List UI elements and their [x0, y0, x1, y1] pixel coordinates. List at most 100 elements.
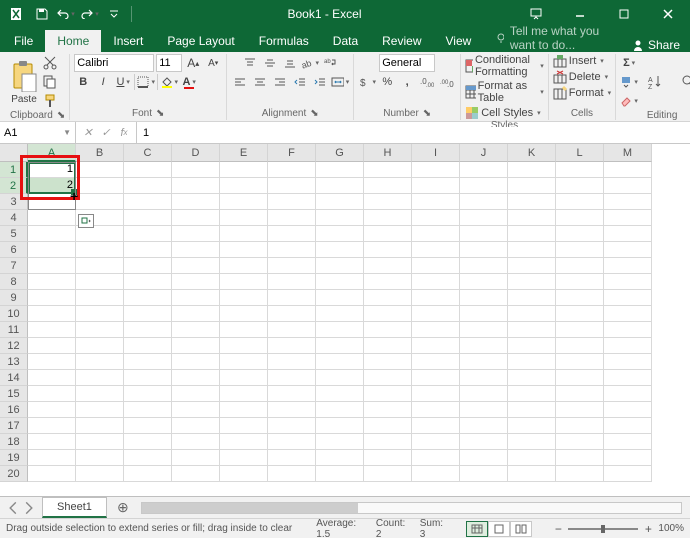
zoom-slider[interactable] — [568, 528, 638, 530]
clipboard-dialog-launcher[interactable]: ⬊ — [57, 110, 65, 121]
formula-input[interactable] — [137, 127, 690, 139]
cell-M13[interactable] — [604, 354, 652, 370]
row-header-3[interactable]: 3 — [0, 194, 28, 210]
cell-L20[interactable] — [556, 466, 604, 482]
cell-E12[interactable] — [220, 338, 268, 354]
cell-I5[interactable] — [412, 226, 460, 242]
cell-I2[interactable] — [412, 178, 460, 194]
cell-H13[interactable] — [364, 354, 412, 370]
cell-B13[interactable] — [76, 354, 124, 370]
clear-button[interactable] — [620, 92, 638, 110]
cell-K13[interactable] — [508, 354, 556, 370]
cell-G6[interactable] — [316, 242, 364, 258]
cell-K5[interactable] — [508, 226, 556, 242]
row-header-10[interactable]: 10 — [0, 306, 28, 322]
cell-K12[interactable] — [508, 338, 556, 354]
cell-I16[interactable] — [412, 402, 460, 418]
increase-decimal-button[interactable]: .0.00 — [418, 73, 436, 91]
cell-A9[interactable] — [28, 290, 76, 306]
cell-L5[interactable] — [556, 226, 604, 242]
cell-L16[interactable] — [556, 402, 604, 418]
cell-D8[interactable] — [172, 274, 220, 290]
cell-L7[interactable] — [556, 258, 604, 274]
tab-formulas[interactable]: Formulas — [247, 30, 321, 52]
cell-K4[interactable] — [508, 210, 556, 226]
zoom-value[interactable]: 100% — [658, 523, 684, 534]
status-aggregates[interactable]: Average: 1.5 Count: 2 Sum: 3 — [316, 518, 446, 540]
cell-D20[interactable] — [172, 466, 220, 482]
cell-M5[interactable] — [604, 226, 652, 242]
hscroll-thumb[interactable] — [142, 503, 358, 513]
tab-home[interactable]: Home — [45, 30, 101, 52]
tab-file[interactable]: File — [2, 30, 45, 52]
bold-button[interactable]: B — [74, 73, 92, 91]
copy-button[interactable] — [41, 73, 59, 91]
cell-A8[interactable] — [28, 274, 76, 290]
cell-D6[interactable] — [172, 242, 220, 258]
sheet-tab-sheet1[interactable]: Sheet1 — [42, 497, 107, 518]
cell-E2[interactable] — [220, 178, 268, 194]
cell-L9[interactable] — [556, 290, 604, 306]
cell-G3[interactable] — [316, 194, 364, 210]
zoom-thumb[interactable] — [601, 525, 605, 533]
cell-J6[interactable] — [460, 242, 508, 258]
cell-H3[interactable] — [364, 194, 412, 210]
cell-H8[interactable] — [364, 274, 412, 290]
name-box-input[interactable] — [4, 127, 63, 139]
cell-A16[interactable] — [28, 402, 76, 418]
cell-D14[interactable] — [172, 370, 220, 386]
cell-I8[interactable] — [412, 274, 460, 290]
cell-F12[interactable] — [268, 338, 316, 354]
cell-G12[interactable] — [316, 338, 364, 354]
cell-H18[interactable] — [364, 434, 412, 450]
cell-B19[interactable] — [76, 450, 124, 466]
cell-C12[interactable] — [124, 338, 172, 354]
row-header-19[interactable]: 19 — [0, 450, 28, 466]
save-button[interactable] — [32, 4, 52, 24]
cell-B6[interactable] — [76, 242, 124, 258]
orientation-button[interactable]: ab — [301, 54, 319, 72]
cell-F4[interactable] — [268, 210, 316, 226]
cell-G7[interactable] — [316, 258, 364, 274]
cell-G13[interactable] — [316, 354, 364, 370]
cell-L3[interactable] — [556, 194, 604, 210]
cell-K1[interactable] — [508, 162, 556, 178]
cell-F5[interactable] — [268, 226, 316, 242]
cell-A10[interactable] — [28, 306, 76, 322]
cell-I12[interactable] — [412, 338, 460, 354]
cell-A13[interactable] — [28, 354, 76, 370]
cell-E19[interactable] — [220, 450, 268, 466]
redo-button[interactable] — [80, 4, 100, 24]
cell-F13[interactable] — [268, 354, 316, 370]
cell-E3[interactable] — [220, 194, 268, 210]
font-dialog-launcher[interactable]: ⬊ — [156, 108, 164, 119]
cell-B20[interactable] — [76, 466, 124, 482]
cell-M2[interactable] — [604, 178, 652, 194]
cell-F11[interactable] — [268, 322, 316, 338]
cell-D5[interactable] — [172, 226, 220, 242]
row-header-14[interactable]: 14 — [0, 370, 28, 386]
cell-K18[interactable] — [508, 434, 556, 450]
cell-F20[interactable] — [268, 466, 316, 482]
cell-M8[interactable] — [604, 274, 652, 290]
cell-B10[interactable] — [76, 306, 124, 322]
cell-G15[interactable] — [316, 386, 364, 402]
decrease-decimal-button[interactable]: .00.0 — [438, 73, 456, 91]
cell-F8[interactable] — [268, 274, 316, 290]
column-header-D[interactable]: D — [172, 144, 220, 162]
cell-J9[interactable] — [460, 290, 508, 306]
cell-A15[interactable] — [28, 386, 76, 402]
cell-L15[interactable] — [556, 386, 604, 402]
cell-H11[interactable] — [364, 322, 412, 338]
qat-customize-icon[interactable] — [104, 4, 124, 24]
cell-K2[interactable] — [508, 178, 556, 194]
align-right-button[interactable] — [271, 73, 289, 91]
tell-me[interactable]: Tell me what you want to do... — [483, 24, 622, 52]
cell-H10[interactable] — [364, 306, 412, 322]
tab-data[interactable]: Data — [321, 30, 370, 52]
cell-C20[interactable] — [124, 466, 172, 482]
cell-E4[interactable] — [220, 210, 268, 226]
cell-C6[interactable] — [124, 242, 172, 258]
cell-F6[interactable] — [268, 242, 316, 258]
tab-view[interactable]: View — [434, 30, 484, 52]
